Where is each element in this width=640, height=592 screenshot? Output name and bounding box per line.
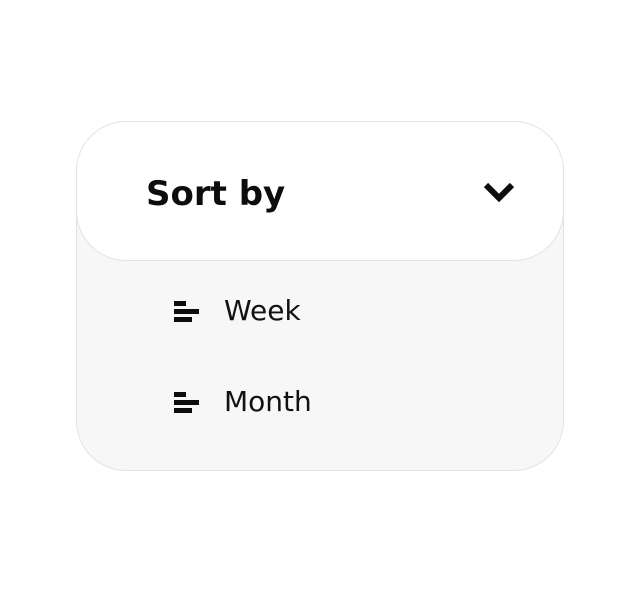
sort-option-month[interactable]: Month [169, 380, 469, 424]
sort-dropdown: Sort by Week Month [76, 121, 564, 471]
bar-align-left-icon [174, 301, 199, 322]
bar-align-left-icon [174, 392, 199, 413]
sort-option-label: Week [224, 294, 301, 327]
sort-dropdown-toggle[interactable]: Sort by [77, 122, 563, 261]
sort-option-week[interactable]: Week [169, 289, 469, 333]
dropdown-title: Sort by [146, 174, 286, 214]
chevron-down-icon [483, 182, 515, 203]
sort-option-label: Month [224, 385, 312, 418]
